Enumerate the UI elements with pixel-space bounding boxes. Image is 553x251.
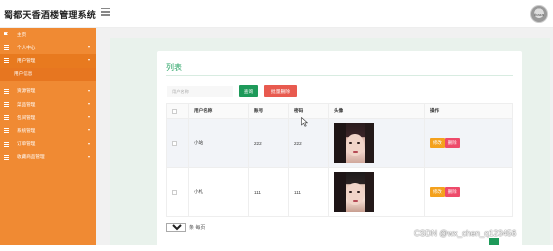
sidebar-item-label: 系统管理 [17,127,36,133]
password-cell: 222 [288,118,329,168]
user-name-cell: 小站 [188,118,249,168]
sidebar-item-favorites-management[interactable]: 收藏商品管理 [0,151,96,164]
password-cell: 111 [288,167,329,217]
list-card: 列表 查询 批量删除 用户名称 账号 密码 头像 操作 [157,51,522,251]
sidebar-item-label: 菜品管理 [17,101,36,107]
column-header: 用户名称 [188,103,249,119]
select-all-cell[interactable] [166,103,189,119]
sidebar-item-system-management[interactable]: 系统管理 [0,124,96,137]
avatar-cell [328,167,425,217]
page-size-suffix: 条 每页 [189,225,206,231]
avatar-cell [328,118,425,168]
sidebar-item-resource-management[interactable]: 资源管理 [0,85,96,98]
menu-icon [4,128,9,134]
chevron-down-icon [88,46,90,49]
sidebar-item-label: 资源管理 [17,88,36,94]
delete-button[interactable]: 删除 [444,138,460,148]
column-header: 头像 [328,103,425,119]
sidebar-item-room-management[interactable]: 包间管理 [0,111,96,124]
chevron-down-icon [88,59,90,62]
user-table: 用户名称 账号 密码 头像 操作 小站 222 222 修改 删除 小札 111… [166,103,513,217]
corner-widget [489,238,499,245]
batch-delete-button[interactable]: 批量删除 [264,85,297,97]
user-avatar-photo [334,123,374,163]
menu-icon [4,154,9,160]
page-size-select[interactable]: 10 [166,223,186,232]
column-header: 账号 [248,103,289,119]
chevron-down-icon [88,142,90,145]
actions-cell: 修改 删除 [424,167,513,217]
table-row: 小站 222 222 修改 删除 [166,118,513,168]
chevron-down-icon [88,102,90,105]
sidebar-item-user-management[interactable]: 用户管理 [0,54,96,68]
edit-button[interactable]: 修改 [430,138,445,148]
select-all-checkbox[interactable] [172,108,177,114]
chevron-down-icon [88,129,90,132]
row-select-cell[interactable] [166,167,189,217]
table-header-row: 用户名称 账号 密码 头像 操作 [166,103,513,119]
delete-button[interactable]: 删除 [444,187,460,197]
sidebar-item-order-management[interactable]: 订单管理 [0,138,96,151]
sidebar-item-dish-management[interactable]: 菜品管理 [0,98,96,111]
user-avatar-photo [334,172,374,212]
sidebar-item-label: 订单管理 [17,141,36,147]
row-checkbox[interactable] [172,189,177,195]
content-background: 列表 查询 批量删除 用户名称 账号 密码 头像 操作 [110,38,550,251]
content-area: 列表 查询 批量删除 用户名称 账号 密码 头像 操作 [96,28,553,251]
sidebar-subitem-user-info[interactable]: 用户信息 [0,67,96,81]
page-title: 列表 [166,63,182,72]
chevron-down-icon [88,116,90,119]
avatar-text: Ibaza [534,12,544,17]
sidebar-item-personal-center[interactable]: 个人中心 [0,41,96,54]
actions-cell: 修改 删除 [424,118,513,168]
row-checkbox[interactable] [172,140,177,146]
flag-icon [4,32,9,37]
menu-icon [4,115,9,121]
user-avatar[interactable]: Ibaza [530,5,548,23]
top-bar: 蜀都天香酒楼管理系统 Ibaza [0,0,553,28]
pagination: 10 条 每页 [166,223,205,232]
account-cell: 111 [248,167,289,217]
chevron-down-icon [88,155,90,158]
search-input[interactable] [167,86,233,97]
hamburger-icon[interactable] [101,8,110,16]
menu-icon [4,45,9,51]
table-row: 小札 111 111 修改 删除 [166,167,513,217]
sidebar-item-label: 主页 [17,31,27,37]
column-header: 操作 [424,103,513,119]
menu-icon [4,88,9,94]
sidebar-item-label: 个人中心 [17,44,36,50]
sidebar-item-label: 用户管理 [17,57,36,63]
sidebar: 主页 个人中心 用户管理 用户信息 资源管理 菜品管理 包间管理 系统管理 订单… [0,28,96,245]
row-select-cell[interactable] [166,118,189,168]
account-cell: 222 [248,118,289,168]
sidebar-item-label: 包间管理 [17,114,36,120]
menu-icon [4,141,9,147]
menu-icon [4,102,9,108]
query-button[interactable]: 查询 [239,85,258,97]
sidebar-item-home[interactable]: 主页 [0,28,96,41]
user-name-cell: 小札 [188,167,249,217]
sidebar-item-label: 用户信息 [14,71,33,77]
title-divider [166,75,513,76]
menu-icon [4,58,9,64]
app-title: 蜀都天香酒楼管理系统 [4,10,97,20]
mouse-cursor-icon [301,117,308,127]
column-header: 密码 [288,103,329,119]
edit-button[interactable]: 修改 [430,187,445,197]
sidebar-item-label: 收藏商品管理 [17,154,45,160]
chevron-down-icon [88,89,90,92]
watermark: CSDN @wx_chen_q123456 [414,229,517,238]
